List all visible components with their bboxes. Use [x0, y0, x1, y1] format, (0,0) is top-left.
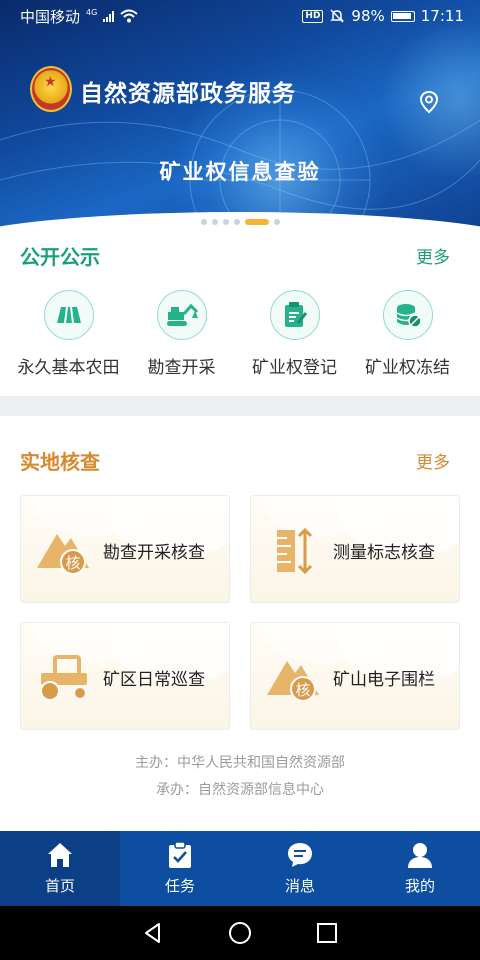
signal-icon [103, 10, 115, 22]
public-item-label: 勘查开采 [147, 358, 216, 378]
inspection-more-link[interactable]: 更多 [416, 448, 450, 473]
register-icon [269, 290, 320, 340]
card-label: 矿山电子围栏 [333, 670, 435, 690]
public-item-registration[interactable]: 矿业权登记 [238, 290, 351, 378]
inspection-section-header: 实地核查 更多 [20, 445, 450, 475]
public-item-freeze[interactable]: 矿业权冻结 [351, 290, 464, 378]
home-circle-icon[interactable] [228, 921, 252, 945]
excavator-icon [156, 290, 207, 340]
inspection-section-title: 实地核查 [20, 449, 100, 474]
system-nav-bar [0, 906, 480, 960]
banner-subtitle: 矿业权信息查验 [159, 160, 321, 184]
task-clipboard-icon [169, 841, 191, 868]
footer-host: 主办：中华人民共和国自然资源部 [135, 755, 345, 771]
tab-label: 消息 [284, 877, 315, 895]
card-electronic-fence[interactable]: 核 矿山电子围栏 [250, 622, 460, 730]
section-divider [0, 396, 480, 416]
public-item-label: 矿业权冻结 [365, 358, 450, 378]
tab-label: 任务 [164, 877, 195, 895]
card-label: 测量标志核查 [333, 543, 435, 563]
public-section-header: 公开公示 更多 [20, 240, 450, 270]
footer-organizer: 承办：自然资源部信息中心 [156, 782, 324, 798]
wifi-icon [120, 9, 138, 23]
banner-title: 自然资源部政务服务 [80, 81, 296, 107]
mountain-check-icon: 核 [267, 661, 319, 702]
public-more-link[interactable]: 更多 [416, 243, 450, 268]
tab-mine[interactable]: 我的 [360, 831, 480, 906]
tab-home[interactable]: 首页 [0, 831, 120, 906]
public-item-exploration[interactable]: 勘查开采 [125, 290, 238, 378]
bottom-tab-bar: 首页 任务 消息 我的 [0, 831, 480, 906]
hd-voice-icon: HD [302, 9, 324, 23]
tractor-icon [40, 655, 87, 701]
tab-tasks[interactable]: 任务 [120, 831, 240, 906]
national-emblem-icon [30, 66, 72, 112]
public-section-title: 公开公示 [20, 244, 100, 269]
carrier-name: 中国移动 [20, 7, 81, 26]
home-icon [48, 843, 72, 867]
location-icon[interactable] [418, 90, 440, 114]
tab-messages[interactable]: 消息 [240, 831, 360, 906]
back-triangle-icon[interactable] [141, 921, 165, 945]
card-label: 矿区日常巡查 [103, 670, 205, 690]
carousel-indicator [0, 219, 480, 225]
public-item-farmland[interactable]: 永久基本农田 [12, 290, 125, 378]
freeze-icon [382, 290, 433, 340]
card-exploration-check[interactable]: 核 勘查开采核查 [20, 495, 230, 603]
carousel-dot [233, 219, 240, 225]
tab-label: 我的 [404, 877, 435, 895]
battery-icon [390, 10, 415, 22]
mute-bell-icon [330, 9, 345, 23]
banner-tech-lines [0, 89, 480, 238]
public-item-label: 永久基本农田 [17, 358, 120, 378]
clock: 17:11 [420, 7, 464, 25]
battery-percent: 98% [351, 7, 385, 25]
card-measure-marker-check[interactable]: 测量标志核查 [250, 495, 460, 603]
message-icon [288, 843, 312, 867]
carousel-dot [200, 219, 207, 225]
banner-carousel[interactable]: 自然资源部政务服务 矿业权信息查验 [0, 0, 480, 238]
user-icon [408, 843, 432, 868]
network-type: 4G [86, 7, 98, 17]
carousel-dot-active [244, 219, 269, 225]
carousel-dot [222, 219, 229, 225]
svg-text:核: 核 [65, 554, 80, 572]
card-label: 勘查开采核查 [103, 543, 205, 563]
status-bar: 中国移动 4G HD 98% 17:11 [0, 0, 480, 32]
recents-square-icon[interactable] [315, 921, 339, 945]
tab-label: 首页 [44, 877, 75, 895]
card-mining-area-patrol[interactable]: 矿区日常巡查 [20, 622, 230, 730]
farmland-icon [43, 290, 94, 340]
public-icon-grid: 永久基本农田 勘查开采 矿业权登记 矿业权冻结 [0, 290, 480, 378]
carousel-dot [273, 219, 280, 225]
carousel-dot [211, 219, 218, 225]
measure-marker-icon [277, 527, 313, 575]
mountain-check-icon: 核 [37, 534, 89, 575]
public-item-label: 矿业权登记 [252, 358, 337, 378]
svg-text:核: 核 [295, 681, 310, 699]
